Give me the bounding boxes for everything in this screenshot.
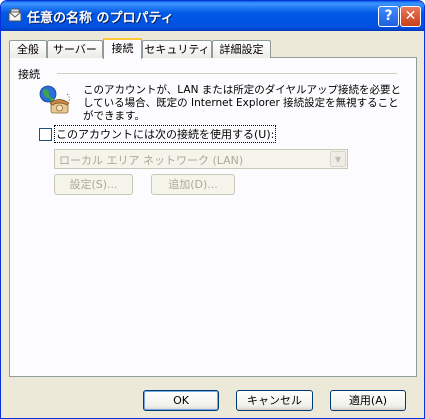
properties-dialog: 任意の名称 のプロパティ ? ✕ 全般 サーバー 接続 セキュリティ 詳細設定 … xyxy=(0,0,425,419)
connection-group-label: 接続 xyxy=(18,68,40,81)
help-button[interactable]: ? xyxy=(378,6,399,27)
settings-button[interactable]: 設定(S)... xyxy=(54,174,133,195)
tab-general[interactable]: 全般 xyxy=(9,40,47,58)
group-divider xyxy=(57,73,397,74)
use-connection-label[interactable]: このアカウントには次の接続を使用する(U): xyxy=(53,125,277,143)
mail-properties-icon xyxy=(8,8,22,22)
apply-button[interactable]: 適用(A) xyxy=(330,390,406,411)
tab-advanced[interactable]: 詳細設定 xyxy=(212,40,271,58)
tab-security[interactable]: セキュリティ xyxy=(142,40,212,58)
window-title: 任意の名称 のプロパティ xyxy=(27,11,174,26)
title-bar[interactable]: 任意の名称 のプロパティ ? ✕ xyxy=(1,1,424,31)
globe-phone-icon xyxy=(39,85,70,114)
tab-connection[interactable]: 接続 xyxy=(103,38,142,59)
tab-servers[interactable]: サーバー xyxy=(47,40,103,58)
use-connection-checkbox[interactable] xyxy=(39,128,52,141)
connection-select[interactable]: ローカル エリア ネットワーク (LAN) ▼ xyxy=(54,149,348,169)
add-button[interactable]: 追加(D)... xyxy=(151,174,235,195)
ok-button[interactable]: OK xyxy=(143,390,219,411)
cancel-button[interactable]: キャンセル xyxy=(236,390,313,411)
chevron-down-icon[interactable]: ▼ xyxy=(330,151,346,167)
connection-description: このアカウントが、LAN または所定のダイヤルアップ接続を必要としている場合、既… xyxy=(83,84,401,122)
connection-select-value: ローカル エリア ネットワーク (LAN) xyxy=(59,154,244,167)
close-button[interactable]: ✕ xyxy=(400,6,421,27)
